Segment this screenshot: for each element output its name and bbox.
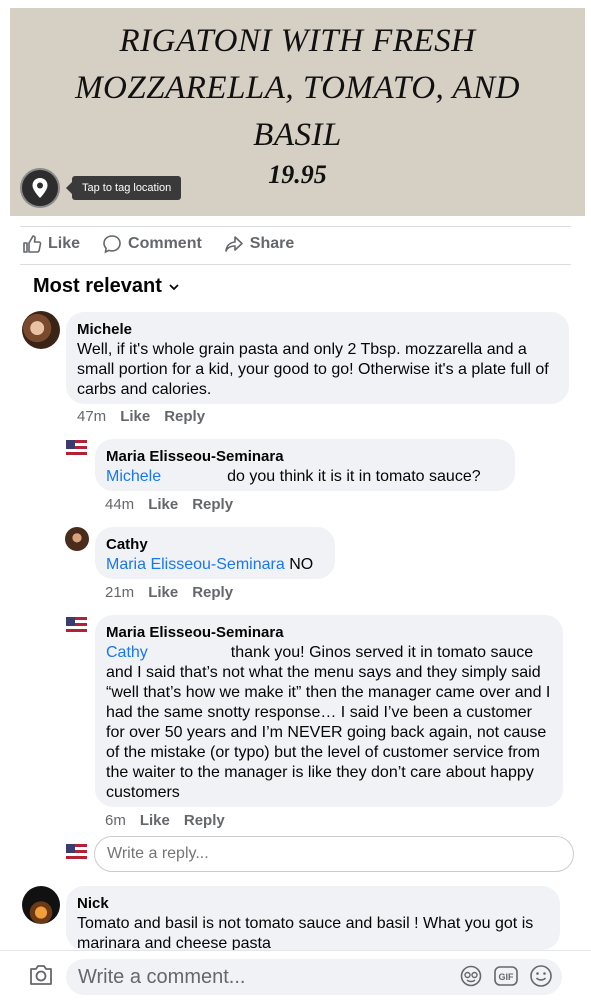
share-label: Share: [249, 235, 295, 252]
avatar[interactable]: [65, 527, 89, 551]
menu-text: RIGATONI WITH FRESH MOZZARELLA, TOMATO, …: [10, 18, 585, 159]
post-actions: Like Comment Share: [22, 234, 294, 254]
divider: [20, 226, 571, 227]
menu-line: RIGATONI WITH FRESH: [119, 23, 476, 59]
comment-input[interactable]: Write a comment...: [66, 959, 562, 995]
svg-text:GIF: GIF: [499, 972, 515, 982]
avatar[interactable]: [66, 440, 87, 456]
avatar[interactable]: [66, 617, 87, 633]
comment-meta: 47m Like Reply: [77, 408, 205, 425]
comment-mention[interactable]: Cathy: [106, 644, 148, 661]
like-button[interactable]: Like: [22, 234, 80, 254]
comment-bubble: Maria Elisseou-Seminara Michele do you th…: [95, 439, 515, 491]
comment-meta: 44m Like Reply: [105, 496, 233, 513]
location-tooltip: Tap to tag location: [65, 176, 182, 200]
comment-text: Well, if it's whole grain pasta and only…: [77, 341, 549, 398]
comment-author[interactable]: Nick: [77, 894, 548, 914]
divider: [20, 264, 571, 265]
comment-author[interactable]: Cathy: [106, 535, 323, 555]
comment-time: 21m: [105, 584, 135, 601]
comment-text: thank you! Ginos served it in tomato sau…: [106, 644, 551, 801]
comment-icon: [103, 235, 121, 254]
comment-time: 44m: [105, 496, 135, 513]
tag-location-button[interactable]: [20, 168, 60, 208]
avatar-sticker-icon[interactable]: [459, 965, 483, 987]
menu-line: BASIL: [253, 117, 342, 153]
comment-sort-dropdown[interactable]: Most relevant: [33, 275, 180, 298]
comment-author[interactable]: Maria Elisseou-Seminara: [106, 623, 551, 643]
comment-like-button[interactable]: Like: [148, 584, 178, 601]
camera-icon[interactable]: [28, 964, 54, 986]
comment-text: do you think it is it in tomato sauce?: [227, 468, 481, 485]
share-icon: [224, 236, 243, 252]
comment-meta: 21m Like Reply: [105, 584, 233, 601]
comment-text: NO: [289, 556, 314, 573]
menu-line: MOZZARELLA, TOMATO, AND: [75, 70, 520, 106]
comment-mention[interactable]: Maria Elisseou-Seminara: [106, 556, 285, 573]
avatar[interactable]: [22, 311, 60, 349]
comment-reply-button[interactable]: Reply: [164, 408, 205, 425]
comment-text: Tomato and basil is not tomato sauce and…: [77, 915, 534, 952]
comment-like-button[interactable]: Like: [148, 496, 178, 513]
comment-reply-button[interactable]: Reply: [192, 496, 233, 513]
location-pin-icon: [32, 178, 48, 198]
emoji-icon[interactable]: [529, 964, 553, 988]
comment-author[interactable]: Michele: [77, 320, 557, 340]
comment-bubble: Michele Well, if it's whole grain pasta …: [66, 312, 569, 404]
comment-author[interactable]: Maria Elisseou-Seminara: [106, 447, 503, 467]
comment-bubble: Cathy Maria Elisseou-Seminara NO: [95, 527, 335, 579]
like-label: Like: [48, 235, 81, 252]
comment-reply-button[interactable]: Reply: [184, 812, 225, 829]
comment-time: 6m: [105, 812, 126, 829]
comment-like-button[interactable]: Like: [120, 408, 150, 425]
avatar[interactable]: [22, 886, 60, 924]
comment-label: Comment: [128, 235, 202, 252]
sort-label: Most relevant: [33, 275, 162, 297]
comment-composer: Write a comment... GIF: [0, 950, 591, 1000]
comment-button[interactable]: Comment: [102, 234, 202, 254]
comment-meta: 6m Like Reply: [105, 812, 225, 829]
reply-input[interactable]: [94, 836, 574, 872]
gif-icon[interactable]: GIF: [494, 965, 518, 987]
avatar: [66, 844, 87, 860]
share-button[interactable]: Share: [224, 234, 294, 254]
comment-bubble: Maria Elisseou-Seminara Cathy thank you! …: [95, 615, 563, 807]
thumbs-up-icon: [23, 235, 42, 253]
comment-bubble: Nick Tomato and basil is not tomato sauc…: [66, 886, 560, 952]
comment-mention[interactable]: Michele: [106, 468, 161, 485]
chevron-down-icon: [169, 283, 179, 290]
comment-time: 47m: [77, 408, 107, 425]
comment-like-button[interactable]: Like: [140, 812, 170, 829]
post-image[interactable]: RIGATONI WITH FRESH MOZZARELLA, TOMATO, …: [10, 8, 585, 216]
comment-reply-button[interactable]: Reply: [192, 584, 233, 601]
